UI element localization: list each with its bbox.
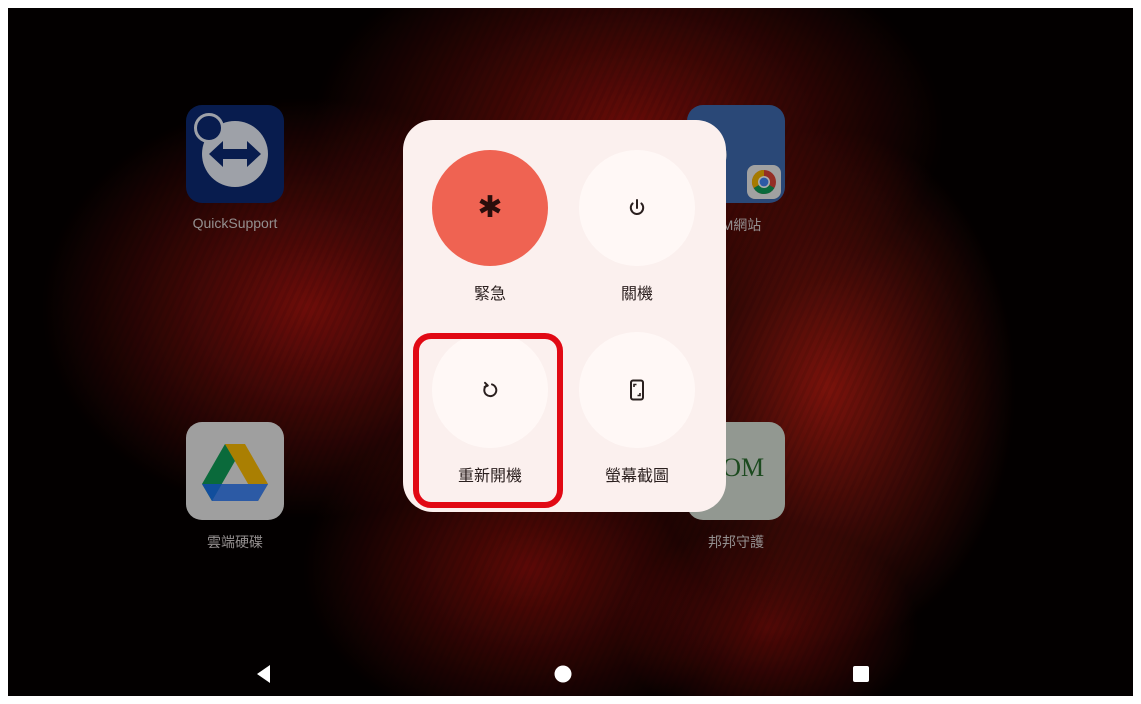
tablet-screen: QuickSupport D OM網站 bbox=[8, 8, 1133, 696]
emergency-button[interactable]: ✱ 緊急 bbox=[410, 150, 570, 304]
navigation-bar bbox=[8, 652, 1133, 696]
power-off-label: 關機 bbox=[620, 284, 653, 303]
power-off-circle[interactable] bbox=[579, 150, 695, 266]
emergency-circle[interactable]: ✱ bbox=[432, 150, 548, 266]
power-off-button[interactable]: 關機 bbox=[557, 150, 717, 304]
screenshot-icon bbox=[630, 379, 644, 401]
back-icon[interactable] bbox=[254, 664, 274, 684]
screenshot-button[interactable]: 螢幕截圖 bbox=[557, 332, 717, 486]
emergency-label: 緊急 bbox=[473, 284, 506, 303]
home-icon[interactable] bbox=[553, 664, 573, 684]
screenshot-circle[interactable] bbox=[579, 332, 695, 448]
asterisk-icon: ✱ bbox=[477, 190, 503, 225]
restart-highlight-box bbox=[413, 333, 563, 508]
power-icon bbox=[629, 199, 645, 215]
screenshot-label: 螢幕截圖 bbox=[604, 466, 669, 485]
recents-icon[interactable] bbox=[851, 664, 871, 684]
